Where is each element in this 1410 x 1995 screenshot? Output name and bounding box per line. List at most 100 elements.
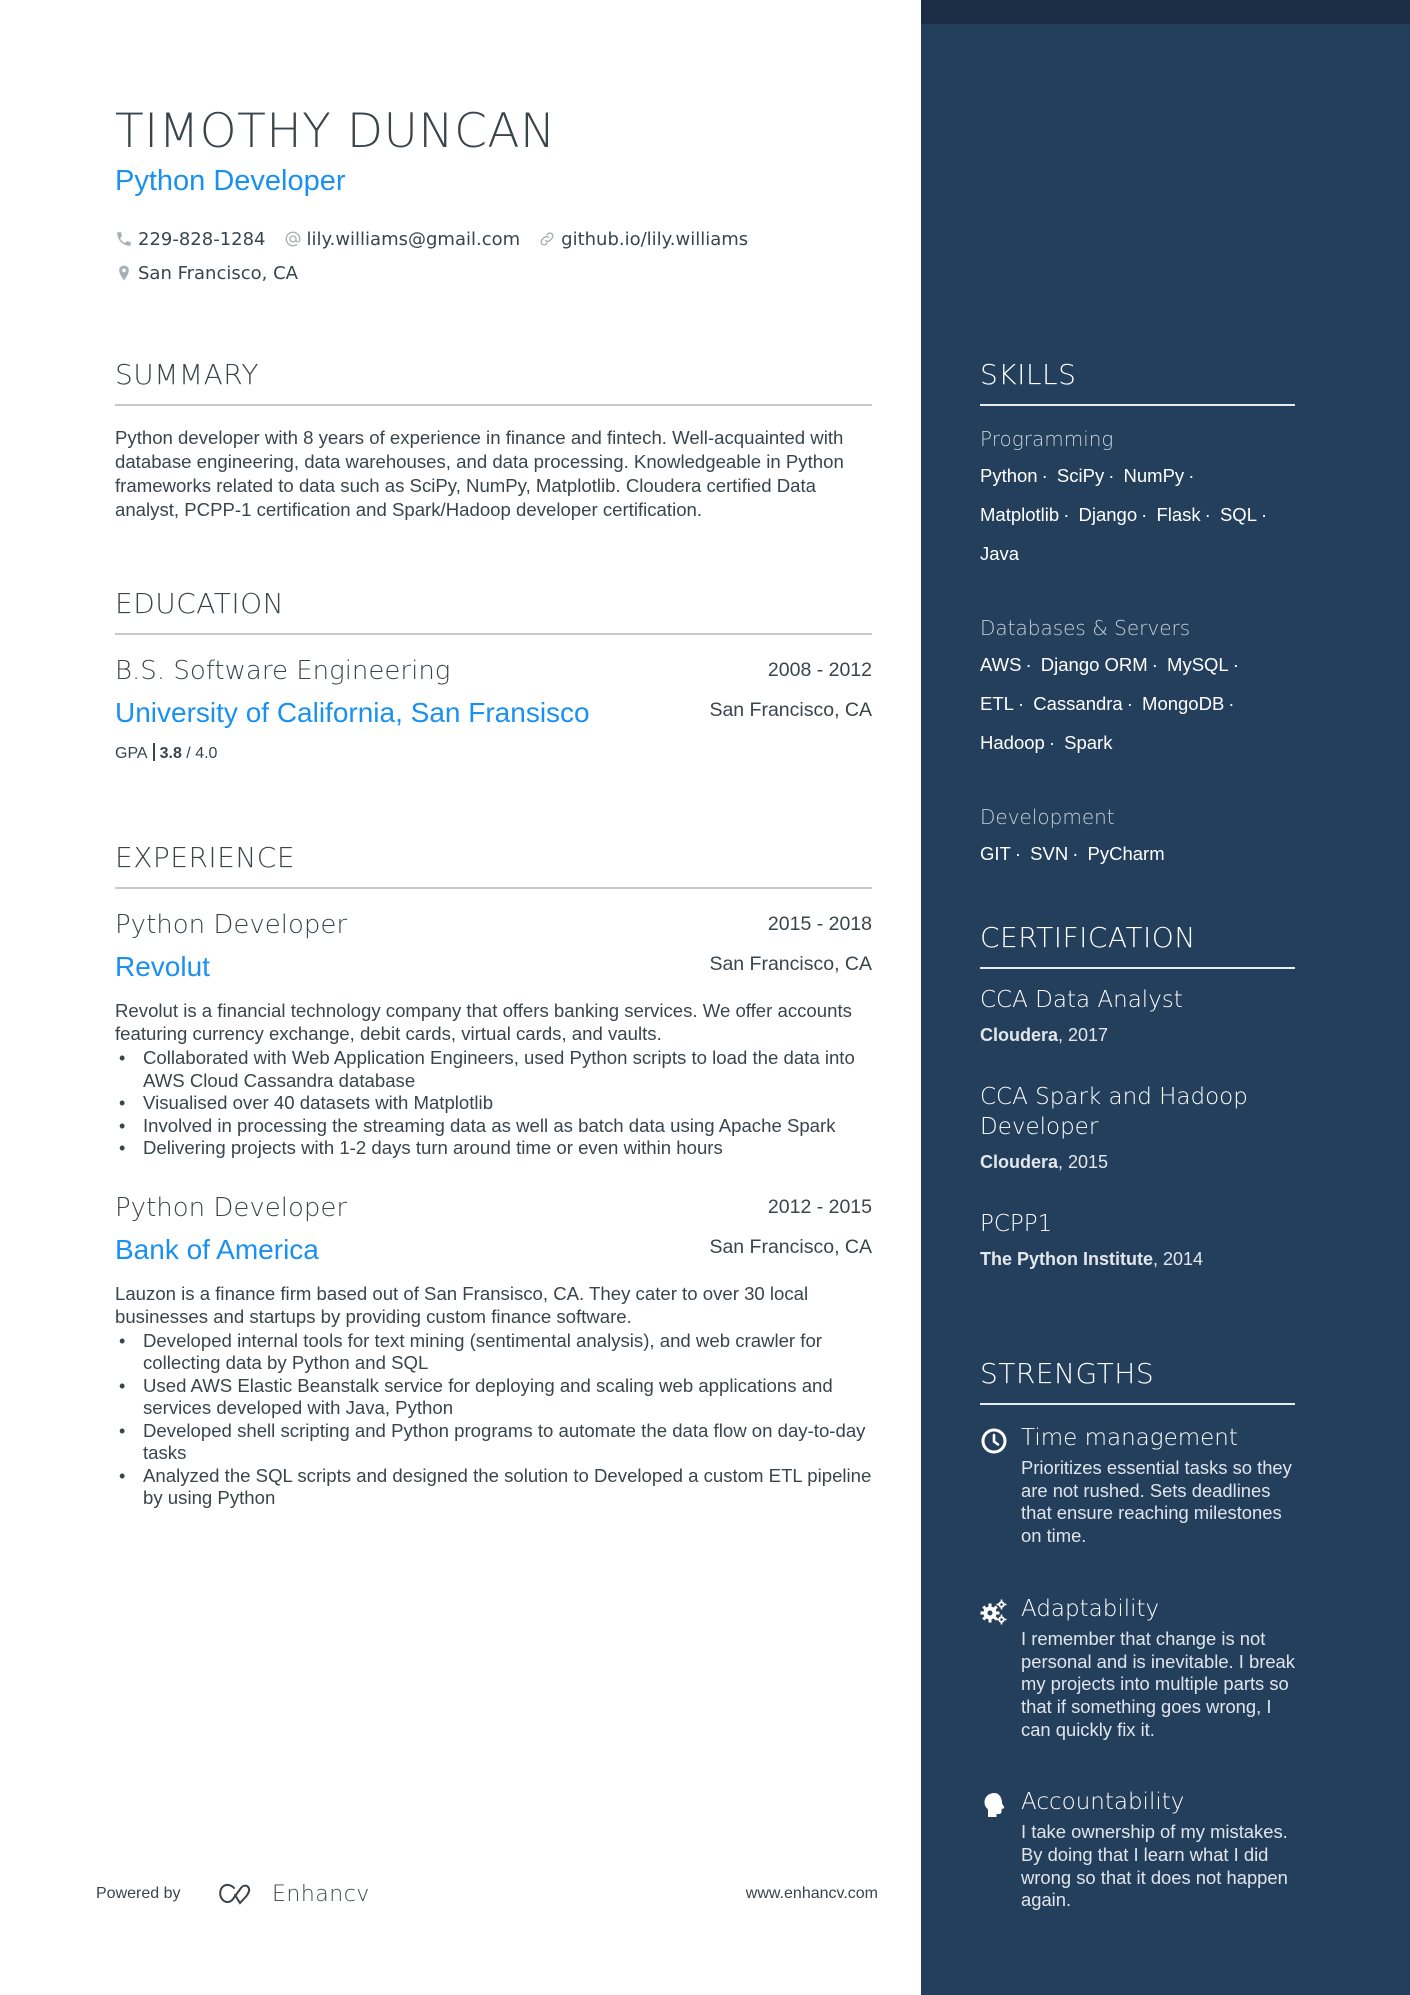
achievement-item: Analyzed the SQL scripts and designed th… [115,1465,872,1510]
skill-tag: Flask [1156,504,1201,525]
skill-group-label: Databases & Servers [980,616,1191,640]
head-icon [980,1791,1008,1819]
contact-phone: 229-828-1284 [115,229,266,250]
skill-separator: · [1151,654,1158,675]
certification-item: CCA Data Analyst Cloudera, 2017 [980,985,1295,1046]
strength-title: Accountability [1021,1789,1185,1816]
certification-year: , 2015 [1058,1152,1109,1172]
section-title: EXPERIENCE [115,841,296,874]
section-title: SUMMARY [115,358,260,391]
job-dates: 2015 - 2018 [767,913,872,935]
candidate-role: Python Developer [115,165,346,197]
strength-description: I remember that change is not personal a… [1021,1627,1295,1740]
phone-icon [115,230,133,248]
skill-tag: Hadoop [980,732,1045,753]
strengths-section: STRENGTHS Time management Prioritizes es… [980,1355,1295,1912]
achievement-item: Used AWS Elastic Beanstalk service for d… [115,1375,872,1420]
skill-tag: MySQL [1167,654,1229,675]
contact-location: San Francisco, CA [115,263,298,284]
section-title: CERTIFICATION [980,921,1196,954]
company-description: Revolut is a financial technology compan… [115,1000,852,1044]
phone-number: 229-828-1284 [138,228,266,250]
summary-text: Python developer with 8 years of experie… [115,427,844,520]
certification-section: CERTIFICATION CCA Data Analyst Cloudera,… [980,919,1295,1270]
sidebar: SKILLS Programming Python · SciPy · NumPy ·… [921,0,1410,1995]
skill-tag: SVN [1030,843,1069,864]
skill-separator: · [1014,843,1022,864]
enhancv-logo[interactable]: Enhancv [216,1876,370,1912]
website-link[interactable]: github.io/lily.williams [561,229,748,250]
section-title: SKILLS [980,358,1077,391]
section-title: STRENGTHS [980,1357,1155,1390]
achievement-item: Developed shell scripting and Python pro… [115,1420,872,1465]
certification-issuer: Cloudera [980,1025,1059,1045]
skill-separator: · [1141,504,1148,525]
skill-tag: Java [980,543,1020,564]
education-dates: 2008 - 2012 [767,659,872,681]
gpa-separator [152,743,155,761]
contact-row: 229-828-1284 lily.williams@gmail.com git… [115,222,875,256]
link-icon [538,230,556,248]
skill-tag: Django ORM [1040,654,1148,675]
strength-title: Adaptability [1021,1595,1160,1622]
skill-separator: · [1261,504,1268,525]
skill-tag: SQL [1219,504,1257,525]
skill-tag: ETL [980,693,1014,714]
certification-item: CCA Spark and Hadoop Developer Cloudera,… [980,1082,1295,1173]
summary-section: SUMMARY Python developer with 8 years of… [115,356,872,522]
achievement-list: Developed internal tools for text mining… [115,1330,872,1510]
skill-separator: · [1108,465,1115,486]
job-location: San Francisco, CA [709,953,872,975]
achievement-list: Collaborated with Web Application Engine… [115,1047,872,1160]
skill-tag: AWS [980,654,1022,675]
skill-separator: · [1228,693,1235,714]
section-divider [980,967,1295,969]
skill-tag: Django [1078,504,1138,525]
skill-separator: · [1126,693,1133,714]
skill-tag: MongoDB [1142,693,1225,714]
experience-entry: Python Developer Bank of America 2012 - … [115,1190,872,1510]
clock-icon [980,1427,1008,1455]
certification-meta: Cloudera, 2017 [980,1025,1295,1046]
skill-group: Development GIT · SVN · PyCharm [980,802,1295,873]
skill-group-label: Programming [980,427,1114,451]
skill-tag: NumPy [1123,465,1185,486]
certification-year: , 2014 [1153,1249,1204,1269]
skill-separator: · [1025,654,1032,675]
gpa: GPA 3.8 / 4.0 [115,743,872,763]
contact-website[interactable]: github.io/lily.williams [538,229,748,250]
email-address[interactable]: lily.williams@gmail.com [307,229,521,250]
certification-name: CCA Data Analyst [980,987,1183,1013]
skill-separator: · [1204,504,1211,525]
powered-by-label: Powered by [96,1885,181,1902]
achievement-item: Developed internal tools for text mining… [115,1330,872,1375]
skill-separator: · [1072,843,1079,864]
job-dates: 2012 - 2015 [767,1195,872,1218]
section-divider [980,404,1295,406]
at-icon [284,230,302,248]
experience-entry: Python Developer Revolut 2015 - 2018 San… [115,907,872,1160]
enhancv-website[interactable]: www.enhancv.com [746,1885,878,1903]
section-divider [115,887,872,889]
contact-row: San Francisco, CA [115,256,875,290]
education-section: EDUCATION B.S. Software Engineering Univ… [115,585,872,763]
certification-name: CCA Spark and Hadoop Developer [980,1084,1248,1140]
strength-description: I take ownership of my mistakes. By doin… [1021,1821,1288,1911]
contact-email[interactable]: lily.williams@gmail.com [284,229,521,250]
section-divider [115,633,872,635]
section-divider [115,404,872,406]
certification-item: PCPP1 The Python Institute, 2014 [980,1209,1295,1270]
gpa-max: / 4.0 [181,745,218,762]
skill-tag: Spark [1064,732,1113,753]
brand-name: Enhancv [272,1881,370,1907]
section-title: EDUCATION [115,587,285,620]
resume-page: TIMOTHY DUNCAN Python Developer 229-828-… [0,0,1410,1995]
skill-list: GIT · SVN · PyCharm [980,834,1295,873]
certification-meta: Cloudera, 2015 [980,1152,1295,1173]
certification-meta: The Python Institute, 2014 [980,1249,1295,1270]
company-description: Lauzon is a finance firm based out of Sa… [115,1282,809,1327]
gpa-value: 3.8 [159,745,182,762]
skill-group-label: Development [980,805,1115,829]
certification-name: PCPP1 [980,1211,1053,1237]
location-text: San Francisco, CA [138,262,298,284]
